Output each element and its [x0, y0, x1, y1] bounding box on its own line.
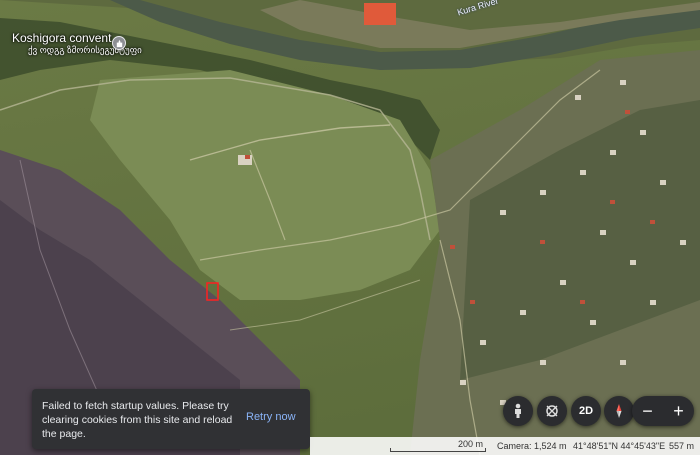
street-view-pegman-button[interactable]	[503, 396, 533, 426]
monastery-pin-icon[interactable]	[112, 36, 126, 50]
toast-message: Failed to fetch startup values. Please t…	[42, 400, 233, 440]
tilt-rotate-icon	[546, 405, 558, 417]
cursor-coordinates: 41°48'51"N 44°45'43"E	[573, 441, 666, 451]
zoom-control: − +	[632, 396, 694, 426]
error-toast: Failed to fetch startup values. Please t…	[32, 389, 310, 449]
zoom-out-button[interactable]: −	[632, 396, 663, 426]
elevation: 557 m	[669, 441, 695, 451]
satellite-map[interactable]	[0, 0, 700, 455]
retry-now-button[interactable]: Retry now	[246, 411, 296, 423]
status-bar: 200 m Camera: 1,524 m 41°48'51"N 44°45'4…	[310, 437, 700, 455]
compass-button[interactable]	[604, 396, 634, 426]
scale-label: 200 m	[458, 439, 484, 449]
street-view-pegman-icon	[515, 403, 521, 418]
tilt-rotate-button[interactable]	[537, 396, 567, 426]
compass-icon	[616, 404, 622, 418]
view-2d-toggle[interactable]: 2D	[571, 396, 601, 426]
zoom-in-button[interactable]: +	[663, 396, 694, 426]
camera-altitude: Camera: 1,524 m	[497, 441, 567, 451]
